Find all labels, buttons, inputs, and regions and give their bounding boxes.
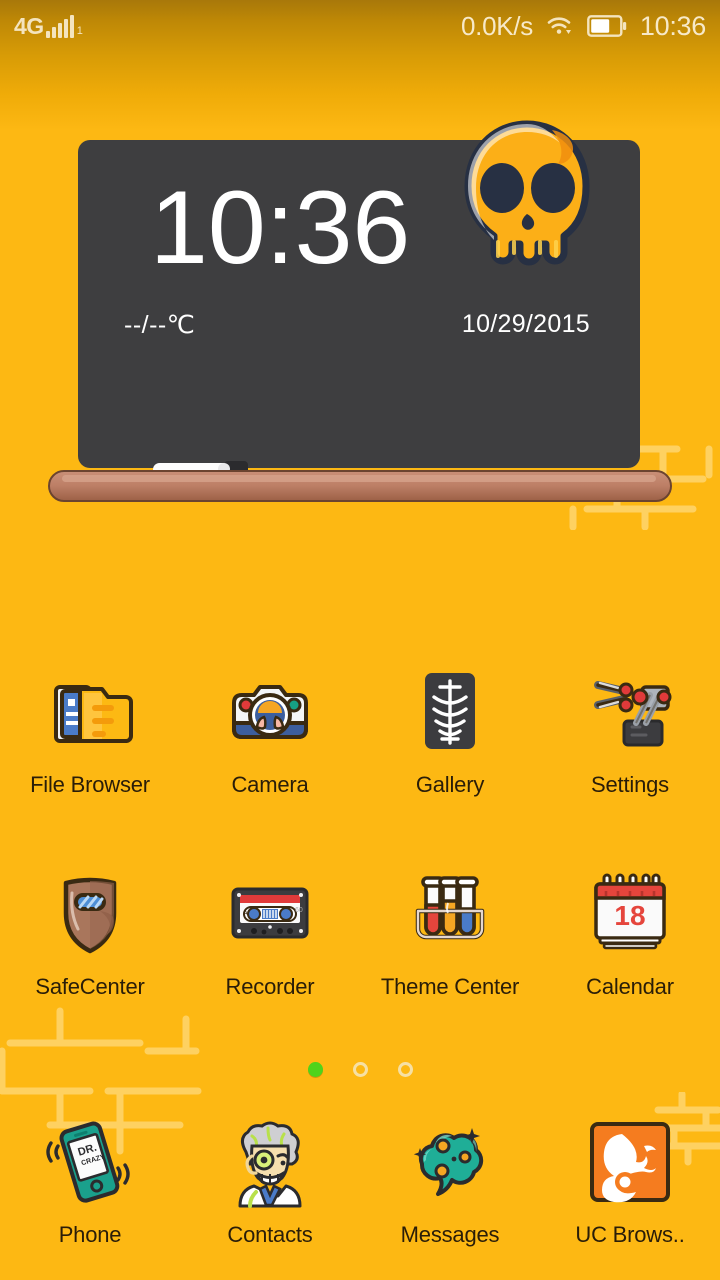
status-bar-clock: 10:36: [639, 10, 706, 41]
app-label: UC Brows..: [575, 1222, 685, 1247]
widget-temperature-label: --/--℃: [124, 311, 196, 339]
widget-time-label: 10:36: [150, 170, 411, 286]
app-file-browser[interactable]: File Browser: [0, 660, 180, 798]
status-bar-left: 4G 1: [14, 12, 83, 39]
network-type-label: 4G: [14, 12, 44, 39]
app-label: Theme Center: [380, 974, 520, 999]
app-recorder[interactable]: A 60 Recorder: [180, 862, 360, 1000]
app-label: Phone: [58, 1222, 122, 1247]
file-browser-icon: [43, 664, 137, 758]
battery-icon: [587, 15, 627, 37]
widget-date-label: 10/29/2015: [461, 310, 590, 338]
safecenter-welding-mask-icon: [43, 866, 137, 960]
app-camera[interactable]: Camera: [180, 660, 360, 798]
app-row-1: File Browser Camera Gallery Settings: [0, 660, 720, 798]
app-label: Settings: [591, 772, 669, 797]
app-safecenter[interactable]: SafeCenter: [0, 862, 180, 1000]
signal-bars-icon: [45, 14, 74, 38]
app-label: Recorder: [225, 974, 315, 999]
page-dot[interactable]: [397, 1062, 413, 1077]
calendar-icon: 18: [583, 866, 677, 960]
calendar-day-number: 18: [614, 900, 645, 931]
network-speed-label: 0.0K/s: [461, 10, 533, 41]
settings-robot-arm-icon: [583, 664, 677, 758]
page-dot[interactable]: [352, 1062, 368, 1077]
app-gallery[interactable]: Gallery: [360, 660, 540, 798]
phone-icon: DR. CRAZY: [42, 1116, 138, 1212]
app-label: Calendar: [586, 974, 674, 999]
status-bar: 4G 1 0.0K/s 10:36: [0, 0, 720, 52]
app-label: SafeCenter: [35, 974, 145, 999]
app-label: Camera: [231, 772, 309, 797]
app-calendar[interactable]: 18 Calendar: [540, 862, 720, 1000]
wifi-icon: [547, 17, 571, 34]
skull-icon: [464, 120, 590, 266]
sim-index-label: 1: [76, 24, 83, 37]
camera-icon: [223, 664, 317, 758]
dock-contacts[interactable]: Contacts: [180, 1112, 360, 1248]
app-label: File Browser: [30, 772, 150, 797]
chalkboard-clock-widget[interactable]: 10:36 --/--℃ 10/29/2015: [48, 118, 672, 502]
page-indicator: [0, 1062, 720, 1077]
gallery-xray-icon: [403, 664, 497, 758]
app-row-2: SafeCenter A 60 Recorder Theme Center 18…: [0, 862, 720, 1000]
dock-row: DR. CRAZY Phone Contacts Messages UC Bro…: [0, 1112, 720, 1248]
app-label: Gallery: [415, 772, 485, 797]
theme-center-test-tubes-icon: [403, 866, 497, 960]
app-label: Messages: [400, 1222, 500, 1247]
dock-phone[interactable]: DR. CRAZY Phone: [0, 1112, 180, 1248]
dock-uc-browser[interactable]: UC Brows..: [540, 1112, 720, 1248]
app-theme-center[interactable]: Theme Center: [360, 862, 540, 1000]
contacts-scientist-icon: [222, 1116, 318, 1212]
page-dot-active[interactable]: [307, 1062, 323, 1077]
chalk-tray-highlight: [62, 475, 656, 482]
uc-browser-squirrel-icon: [582, 1116, 678, 1212]
dock: DR. CRAZY Phone Contacts Messages UC Bro…: [0, 1112, 720, 1248]
recorder-cassette-icon: A 60: [223, 866, 317, 960]
status-bar-right: 0.0K/s 10:36: [461, 11, 706, 42]
app-grid: File Browser Camera Gallery Settings Saf…: [0, 660, 720, 1000]
svg-text:A: A: [243, 910, 248, 917]
messages-cloud-icon: [402, 1116, 498, 1212]
dock-messages[interactable]: Messages: [360, 1112, 540, 1248]
app-label: Contacts: [227, 1222, 313, 1247]
svg-text:60: 60: [295, 907, 303, 914]
app-settings[interactable]: Settings: [540, 660, 720, 798]
